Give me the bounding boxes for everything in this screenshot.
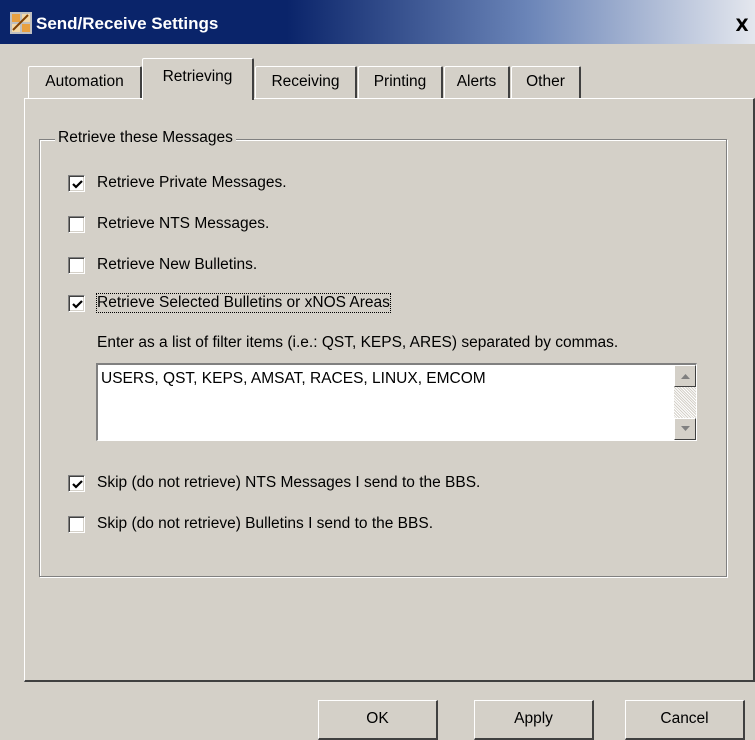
checkmark-icon bbox=[72, 479, 83, 489]
title-bar[interactable]: Send/Receive Settings bbox=[0, 0, 755, 44]
app-icon[interactable] bbox=[10, 12, 32, 34]
tab-printing[interactable]: Printing bbox=[358, 66, 443, 98]
tab-retrieving[interactable]: Retrieving bbox=[142, 58, 254, 100]
checkbox-box[interactable] bbox=[68, 256, 85, 274]
checkbox-label: Skip (do not retrieve) Bulletins I send … bbox=[97, 515, 434, 532]
checkbox-box[interactable] bbox=[68, 174, 85, 192]
tab-label: Printing bbox=[373, 73, 427, 90]
skip-nts-checkbox[interactable]: Skip (do not retrieve) NTS Messages I se… bbox=[68, 473, 480, 493]
filter-instructions: Enter as a list of filter items (i.e.: Q… bbox=[97, 334, 619, 351]
checkbox-label: Retrieve Selected Bulletins or xNOS Area… bbox=[96, 293, 391, 313]
scroll-down-icon[interactable] bbox=[674, 418, 696, 440]
checkbox-label: Retrieve NTS Messages. bbox=[97, 215, 270, 232]
filter-textarea[interactable]: USERS, QST, KEPS, AMSAT, RACES, LINUX, E… bbox=[96, 363, 697, 441]
tab-label: Receiving bbox=[271, 73, 340, 90]
retrieve-private-checkbox[interactable]: Retrieve Private Messages. bbox=[68, 173, 287, 193]
filter-value: USERS, QST, KEPS, AMSAT, RACES, LINUX, E… bbox=[101, 370, 486, 387]
tab-label: Other bbox=[526, 73, 565, 90]
retrieve-nts-checkbox[interactable]: Retrieve NTS Messages. bbox=[68, 214, 269, 234]
checkbox-box[interactable] bbox=[68, 474, 85, 492]
checkbox-label: Retrieve New Bulletins. bbox=[97, 256, 258, 273]
apply-button[interactable]: Apply bbox=[474, 700, 594, 740]
tab-automation[interactable]: Automation bbox=[28, 66, 142, 98]
close-icon[interactable]: X bbox=[731, 16, 753, 38]
tab-label: Retrieving bbox=[162, 68, 233, 85]
checkbox-box[interactable] bbox=[68, 215, 85, 233]
vertical-scrollbar[interactable] bbox=[674, 365, 696, 440]
checkbox-label: Skip (do not retrieve) NTS Messages I se… bbox=[97, 474, 481, 491]
ok-button[interactable]: OK bbox=[318, 700, 438, 740]
tab-label: Automation bbox=[45, 73, 124, 90]
scroll-up-icon[interactable] bbox=[674, 365, 696, 387]
cancel-button[interactable]: Cancel bbox=[625, 700, 745, 740]
checkbox-label: Retrieve Private Messages. bbox=[97, 174, 287, 191]
skip-bulletins-checkbox[interactable]: Skip (do not retrieve) Bulletins I send … bbox=[68, 514, 433, 534]
group-legend: Retrieve these Messages bbox=[55, 129, 236, 147]
retrieve-group-box bbox=[39, 139, 727, 577]
checkmark-icon bbox=[72, 179, 83, 189]
tab-alerts[interactable]: Alerts bbox=[444, 66, 510, 98]
checkmark-icon bbox=[72, 299, 83, 309]
tab-receiving[interactable]: Receiving bbox=[255, 66, 357, 98]
tab-other[interactable]: Other bbox=[511, 66, 581, 98]
window-title: Send/Receive Settings bbox=[36, 14, 219, 33]
checkbox-box[interactable] bbox=[68, 294, 85, 312]
retrieve-new-bulletins-checkbox[interactable]: Retrieve New Bulletins. bbox=[68, 255, 257, 275]
checkbox-box[interactable] bbox=[68, 515, 85, 533]
tab-label: Alerts bbox=[456, 73, 497, 90]
retrieve-selected-bulletins-checkbox[interactable]: Retrieve Selected Bulletins or xNOS Area… bbox=[68, 293, 391, 313]
